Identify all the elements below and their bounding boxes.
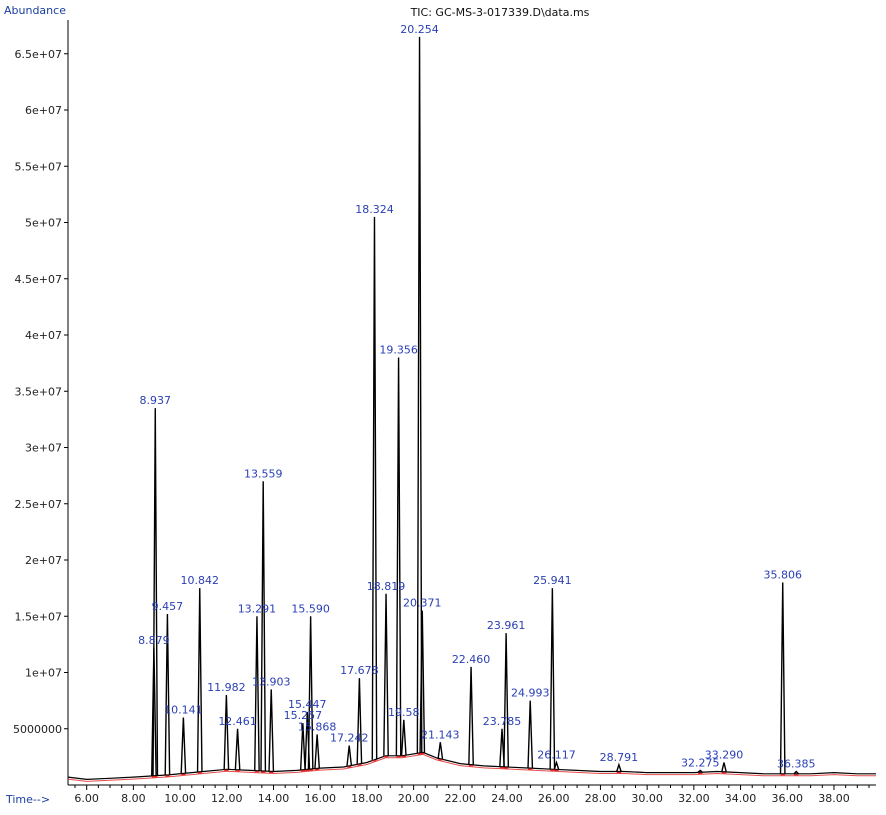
y-tick-label: 4.5e+07	[15, 273, 62, 286]
peak-label: 17.242	[330, 732, 369, 745]
x-tick-label: 22.00	[445, 792, 477, 805]
x-tick-label: 38.00	[818, 792, 850, 805]
peak-label: 19.356	[379, 344, 418, 357]
peak-label: 35.806	[763, 569, 802, 582]
x-tick-label: 30.00	[631, 792, 663, 805]
y-tick-label: 6e+07	[25, 104, 62, 117]
peak-label: 13.291	[238, 602, 277, 615]
x-tick-label: 18.00	[351, 792, 383, 805]
x-tick-label: 26.00	[538, 792, 570, 805]
peak-label: 24.993	[511, 687, 550, 700]
peak-label: 13.559	[244, 467, 283, 480]
peak-label: 15.590	[291, 602, 330, 615]
peak-label: 22.460	[452, 653, 491, 666]
peak-label: 19.58	[388, 706, 420, 719]
x-tick-label: 32.00	[678, 792, 710, 805]
x-tick-label: 14.00	[258, 792, 290, 805]
chart-title: TIC: GC-MS-3-017339.D\data.ms	[410, 6, 590, 19]
peak-label: 8.937	[140, 394, 172, 407]
peak-label: 12.461	[218, 715, 257, 728]
y-tick-label: 5.5e+07	[15, 160, 62, 173]
peak-label: 33.290	[705, 749, 744, 762]
y-tick-label: 2.5e+07	[15, 498, 62, 511]
peak-label: 8.879	[138, 634, 170, 647]
peak-label: 23.785	[483, 715, 522, 728]
y-tick-label: 1.5e+07	[15, 610, 62, 623]
x-tick-label: 8.00	[121, 792, 146, 805]
y-tick-label: 1e+07	[25, 667, 62, 680]
peak-label: 36.385	[777, 758, 816, 771]
y-tick-label: 3e+07	[25, 442, 62, 455]
peak-label: 18.819	[367, 580, 406, 593]
x-tick-label: 10.00	[164, 792, 196, 805]
peak-label: 28.791	[600, 751, 639, 764]
peak-label: 25.941	[533, 574, 572, 587]
x-tick-label: 36.00	[772, 792, 804, 805]
y-tick-label: 4e+07	[25, 329, 62, 342]
peak-label: 11.982	[207, 681, 246, 694]
x-tick-label: 34.00	[725, 792, 757, 805]
y-tick-label: 5000000	[13, 723, 62, 736]
peak-label: 18.324	[355, 203, 394, 216]
x-tick-label: 24.00	[491, 792, 523, 805]
x-tick-label: 28.00	[585, 792, 617, 805]
y-tick-label: 6.5e+07	[15, 48, 62, 61]
peak-label: 15.447	[288, 698, 327, 711]
peak-label: 20.254	[400, 23, 439, 36]
peak-label: 9.457	[152, 600, 184, 613]
y-tick-label: 3.5e+07	[15, 385, 62, 398]
x-tick-label: 6.00	[74, 792, 99, 805]
peak-label: 17.678	[340, 664, 379, 677]
x-tick-label: 16.00	[304, 792, 336, 805]
peak-label: 20.371	[403, 597, 442, 610]
x-axis-title: Time-->	[5, 793, 50, 806]
y-tick-label: 2e+07	[25, 554, 62, 567]
peak-label: 21.143	[421, 728, 460, 741]
peak-label: 23.961	[487, 619, 526, 632]
chart-background	[0, 0, 886, 815]
y-axis-title: Abundance	[4, 4, 66, 17]
peak-label: 10.141	[164, 704, 203, 717]
y-tick-label: 5e+07	[25, 217, 62, 230]
chromatogram-chart: 5000000 1e+07 1.5e+07 2e+07 2.5e+07 3e+07 3.5e…	[0, 0, 886, 815]
peak-label: 13.903	[252, 675, 291, 688]
x-tick-label: 12.00	[211, 792, 243, 805]
peak-label: 26.117	[537, 749, 576, 762]
peak-label: 10.842	[181, 574, 220, 587]
x-tick-label: 20.00	[398, 792, 430, 805]
